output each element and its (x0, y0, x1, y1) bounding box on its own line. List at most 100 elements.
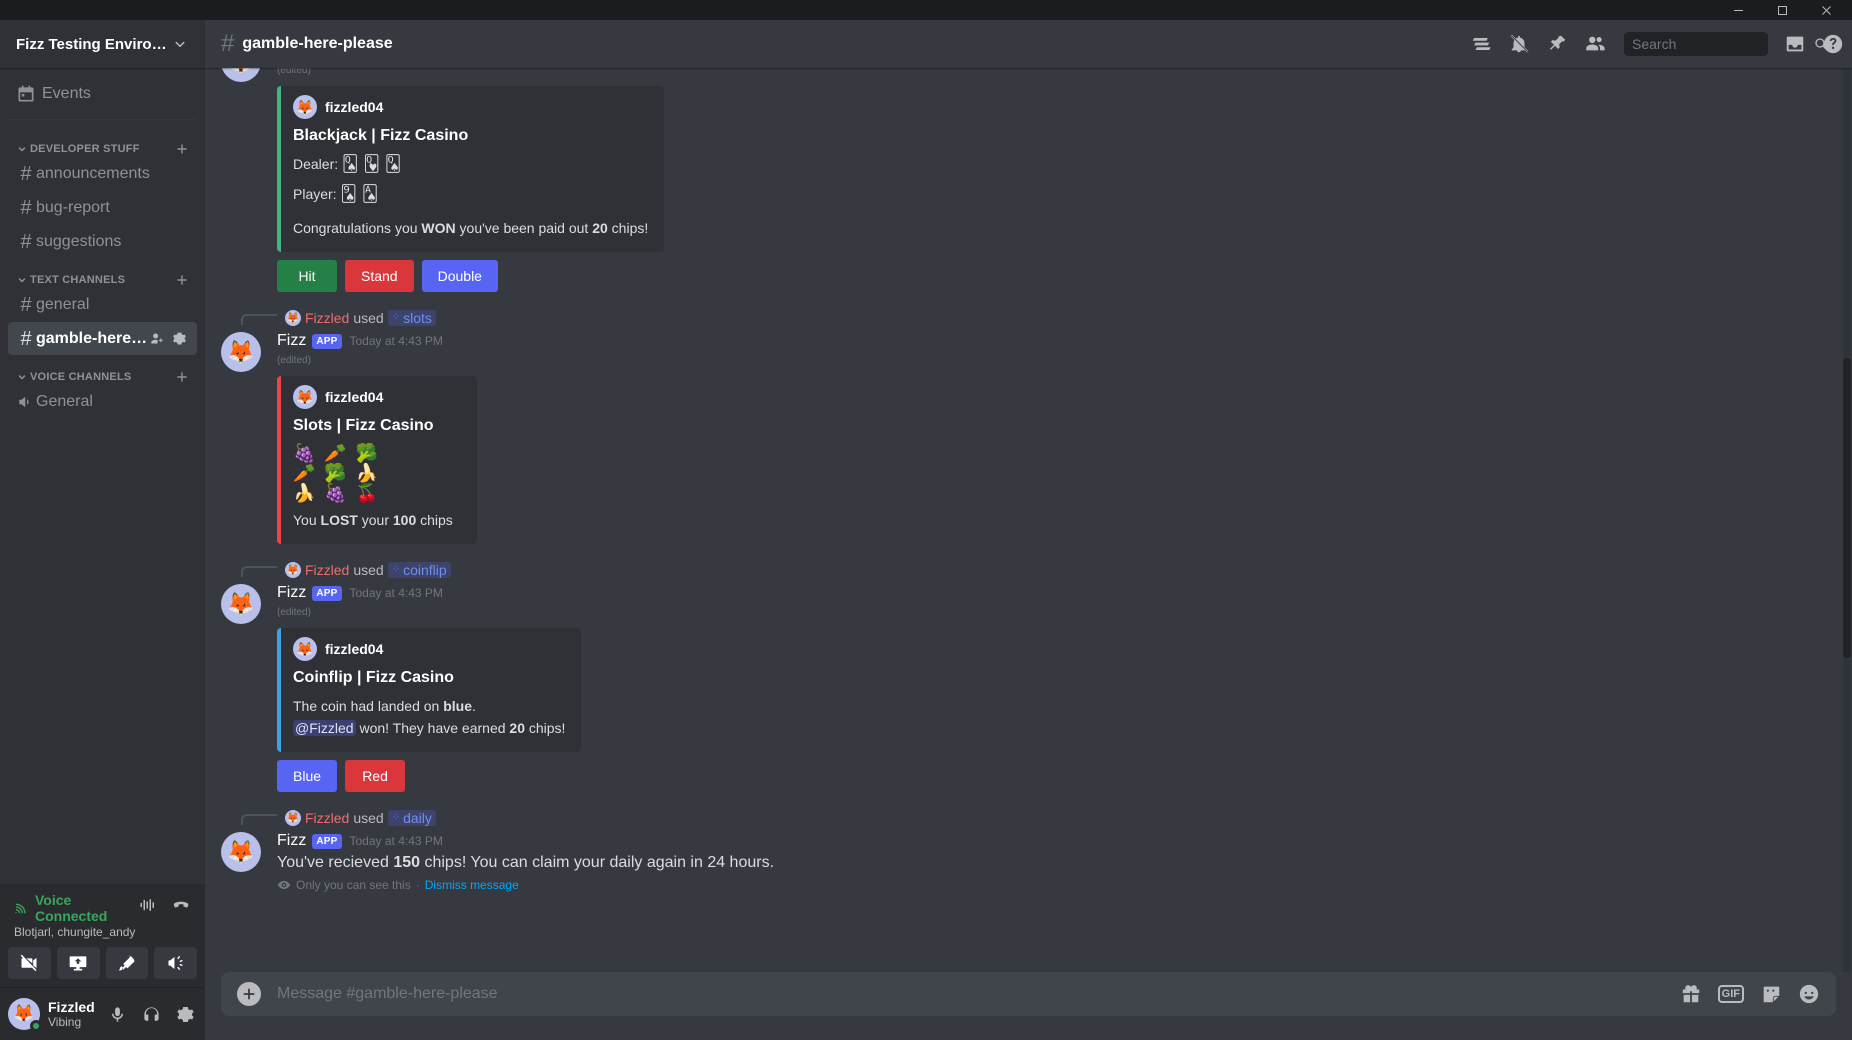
sidebar-item-events[interactable]: Events (8, 77, 197, 111)
slash-command-daily[interactable]: ⁘ daily (387, 810, 436, 826)
user-meta[interactable]: Fizzled Vibing (48, 999, 105, 1029)
stand-button[interactable]: Stand (345, 260, 414, 292)
interaction-verb: used (353, 562, 384, 578)
app-badge: APP (312, 585, 342, 601)
embed-coinflip: 🦊 fizzled04 Coinflip | Fizz Casino The c… (277, 628, 582, 752)
embed-author: 🦊 fizzled04 (293, 95, 648, 119)
user-mention[interactable]: @Fizzled (293, 720, 356, 736)
command-icon: ⁘ (391, 812, 401, 823)
hash-icon: # (20, 327, 32, 350)
winner-suffix: chips! (524, 720, 566, 736)
message-author: Fizz (277, 832, 307, 849)
add-channel-icon[interactable] (175, 370, 189, 384)
message-composer[interactable]: GIF (221, 972, 1836, 1016)
message-list: 🦊 Fizz APP Today at 4:43 PM (edited) (205, 68, 1852, 972)
boost-activity-button[interactable] (105, 947, 149, 979)
sidebar-item-announcements[interactable]: # announcements (8, 157, 197, 190)
message-body: Fizz APP Today at 4:43 PM (edited) 🦊 fiz… (277, 582, 1804, 792)
sticker-icon[interactable] (1760, 983, 1782, 1005)
category-developer-stuff[interactable]: DEVELOPER STUFF (8, 128, 197, 156)
pinned-messages-icon[interactable] (1546, 33, 1568, 55)
result-prefix: You (293, 512, 321, 528)
avatar[interactable]: 🦊 (221, 584, 261, 624)
slash-command-coinflip[interactable]: ⁘ coinflip (387, 562, 451, 578)
emoji-icon[interactable] (1798, 983, 1820, 1005)
signal-strength-icon[interactable] (139, 896, 157, 914)
result-middle: you've been paid out (455, 220, 593, 236)
soundboard-button[interactable] (154, 947, 197, 979)
add-channel-icon[interactable] (175, 142, 189, 156)
action-row-coinflip: Blue Red (277, 760, 1804, 792)
inbox-icon[interactable] (1784, 33, 1806, 55)
maximize-window-button[interactable] (1760, 0, 1804, 20)
message-body: Fizz APP Today at 4:43 PM (edited) 🦊 fiz… (277, 330, 1804, 544)
create-invite-icon[interactable] (150, 331, 165, 346)
sidebar-item-bug-report[interactable]: # bug-report (8, 191, 197, 224)
interaction-header-slots: 🦊 Fizzled used ⁘ slots (205, 308, 1852, 328)
double-button[interactable]: Double (421, 260, 498, 292)
gif-icon[interactable]: GIF (1717, 985, 1744, 1003)
sidebar-item-gamble-here-please[interactable]: # gamble-here-please (8, 322, 197, 355)
message-header: Fizz APP Today at 4:43 PM (277, 830, 1804, 852)
gift-icon[interactable] (1680, 983, 1702, 1005)
add-attachment-icon[interactable] (237, 982, 261, 1006)
dismiss-message-link[interactable]: Dismiss message (425, 878, 519, 892)
add-channel-icon[interactable] (175, 273, 189, 287)
messages-scroll-container[interactable]: 🦊 Fizz APP Today at 4:43 PM (edited) (205, 68, 1852, 972)
composer-actions: GIF (1680, 983, 1820, 1005)
minimize-window-button[interactable] (1716, 0, 1760, 20)
avatar[interactable]: 🦊 (8, 998, 42, 1032)
ephemeral-separator: · (415, 878, 420, 892)
disconnect-call-icon[interactable] (171, 895, 191, 915)
embed-winner-line: @Fizzled won! They have earned 20 chips! (293, 717, 565, 739)
category-text-channels[interactable]: TEXT CHANNELS (8, 259, 197, 287)
search-box[interactable] (1624, 32, 1827, 56)
voice-info: Voice Connected Blotjarl, chungite_andy (14, 892, 139, 939)
close-window-button[interactable] (1804, 0, 1848, 20)
help-icon[interactable] (1822, 33, 1844, 55)
red-button[interactable]: Red (345, 760, 406, 792)
video-off-button[interactable] (8, 947, 51, 979)
guild-header[interactable]: Fizz Testing Enviroment (0, 20, 205, 68)
avatar: 🦊 (285, 562, 301, 578)
screen-share-button[interactable] (56, 947, 100, 979)
interaction-verb: used (353, 810, 384, 826)
chevron-down-icon (16, 371, 28, 383)
interaction-user: Fizzled (305, 310, 350, 326)
hit-button[interactable]: Hit (277, 260, 337, 292)
channel-header: # gamble-here-please (205, 20, 1852, 68)
chevron-down-icon (16, 274, 28, 286)
message-timestamp: Today at 4:43 PM (349, 834, 443, 848)
embed-dealer-line: Dealer: 🂭 🂽 🂭 (293, 153, 648, 175)
member-list-icon[interactable] (1584, 33, 1606, 55)
channel-settings-gear-icon[interactable] (172, 331, 187, 346)
scrollbar-thumb[interactable] (1843, 358, 1851, 658)
sidebar-item-general[interactable]: # general (8, 288, 197, 321)
result-suffix: chips! (607, 220, 649, 236)
notifications-muted-bell-icon[interactable] (1508, 33, 1530, 55)
avatar[interactable]: 🦊 (221, 332, 261, 372)
channel-list: Events DEVELOPER STUFF # announcements #… (0, 68, 205, 884)
slot-row: 🍇 🥕 🥦 (293, 443, 381, 463)
avatar[interactable]: 🦊 (221, 832, 261, 872)
headphones-icon[interactable] (139, 1002, 163, 1026)
sidebar-item-voice-general[interactable]: General (8, 385, 197, 418)
blue-button[interactable]: Blue (277, 760, 338, 792)
hash-icon: # (20, 162, 32, 185)
interaction-verb: used (353, 310, 384, 326)
threads-icon[interactable] (1470, 33, 1492, 55)
category-voice-channels[interactable]: VOICE CHANNELS (8, 356, 197, 384)
microphone-icon[interactable] (105, 1002, 129, 1026)
voice-status-label: Voice Connected (35, 892, 108, 924)
result-keyword: LOST (320, 512, 358, 528)
avatar[interactable]: 🦊 (221, 68, 261, 82)
category-label: TEXT CHANNELS (30, 274, 126, 286)
message-coinflip: 🦊 Fizz APP Today at 4:43 PM (edited) 🦊 f… (205, 580, 1852, 794)
user-settings-gear-icon[interactable] (173, 1002, 197, 1026)
message-input[interactable] (277, 974, 1680, 1014)
coin-suffix: . (472, 698, 476, 714)
slash-command-slots[interactable]: ⁘ slots (387, 310, 436, 326)
sidebar-item-suggestions[interactable]: # suggestions (8, 225, 197, 258)
title-bar (0, 0, 1852, 20)
coin-side: blue (443, 698, 473, 714)
